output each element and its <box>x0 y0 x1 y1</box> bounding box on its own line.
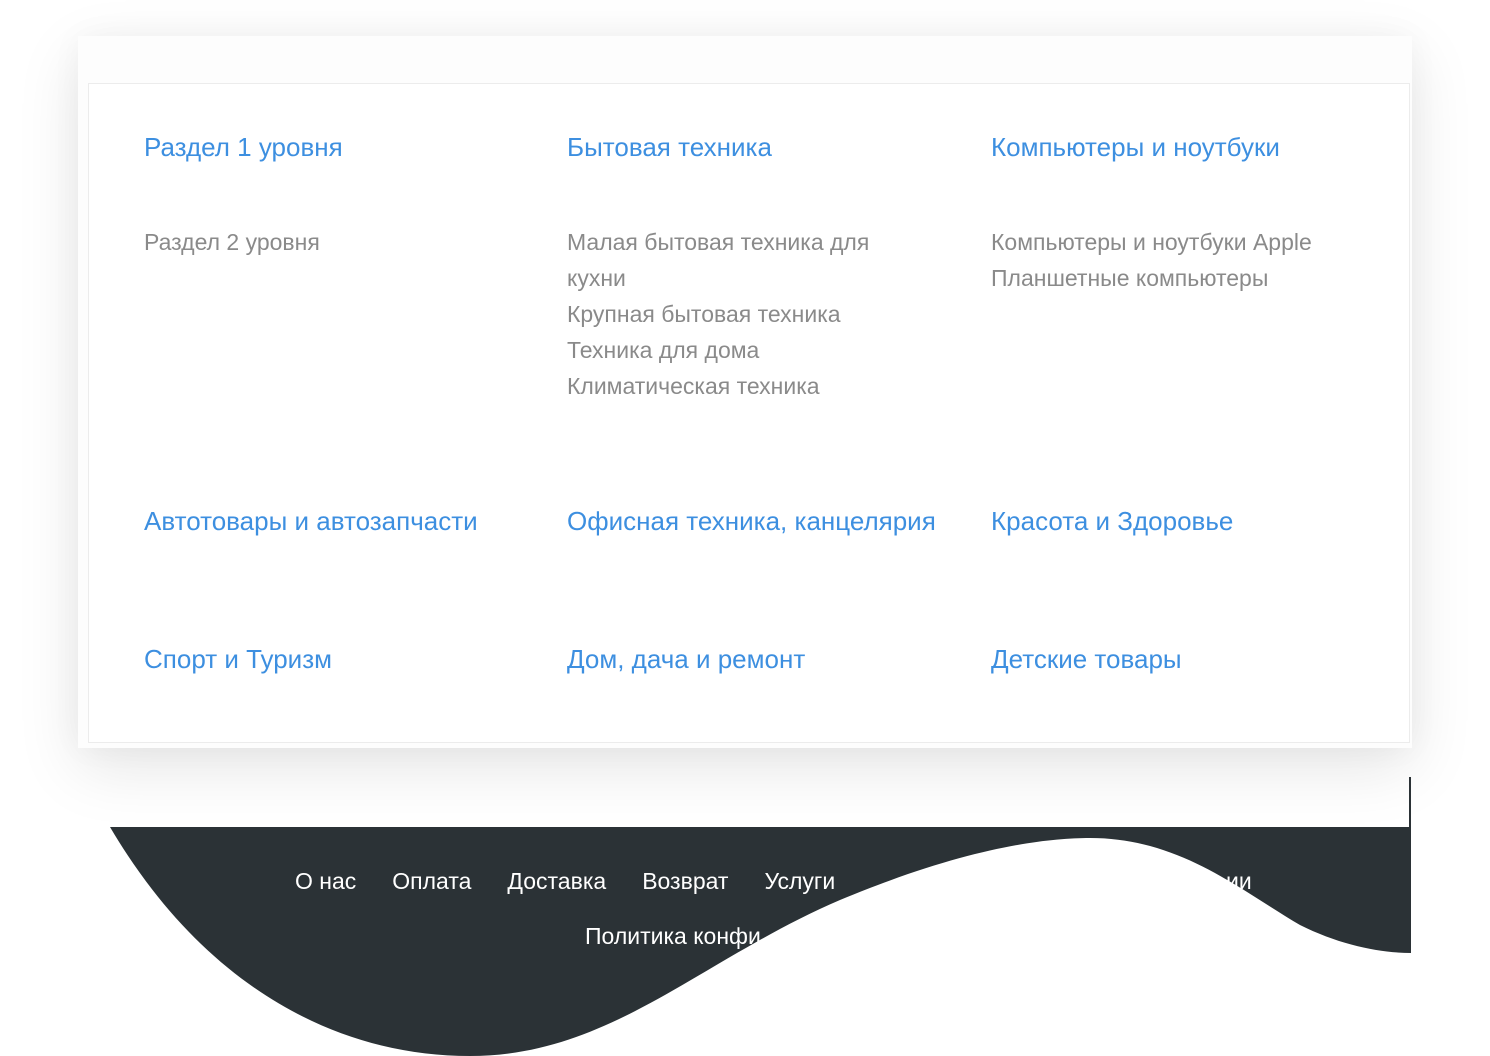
page: Раздел 1 уровня Раздел 2 уровня Бытовая … <box>0 0 1490 1056</box>
wave-overlay <box>0 827 1490 1056</box>
